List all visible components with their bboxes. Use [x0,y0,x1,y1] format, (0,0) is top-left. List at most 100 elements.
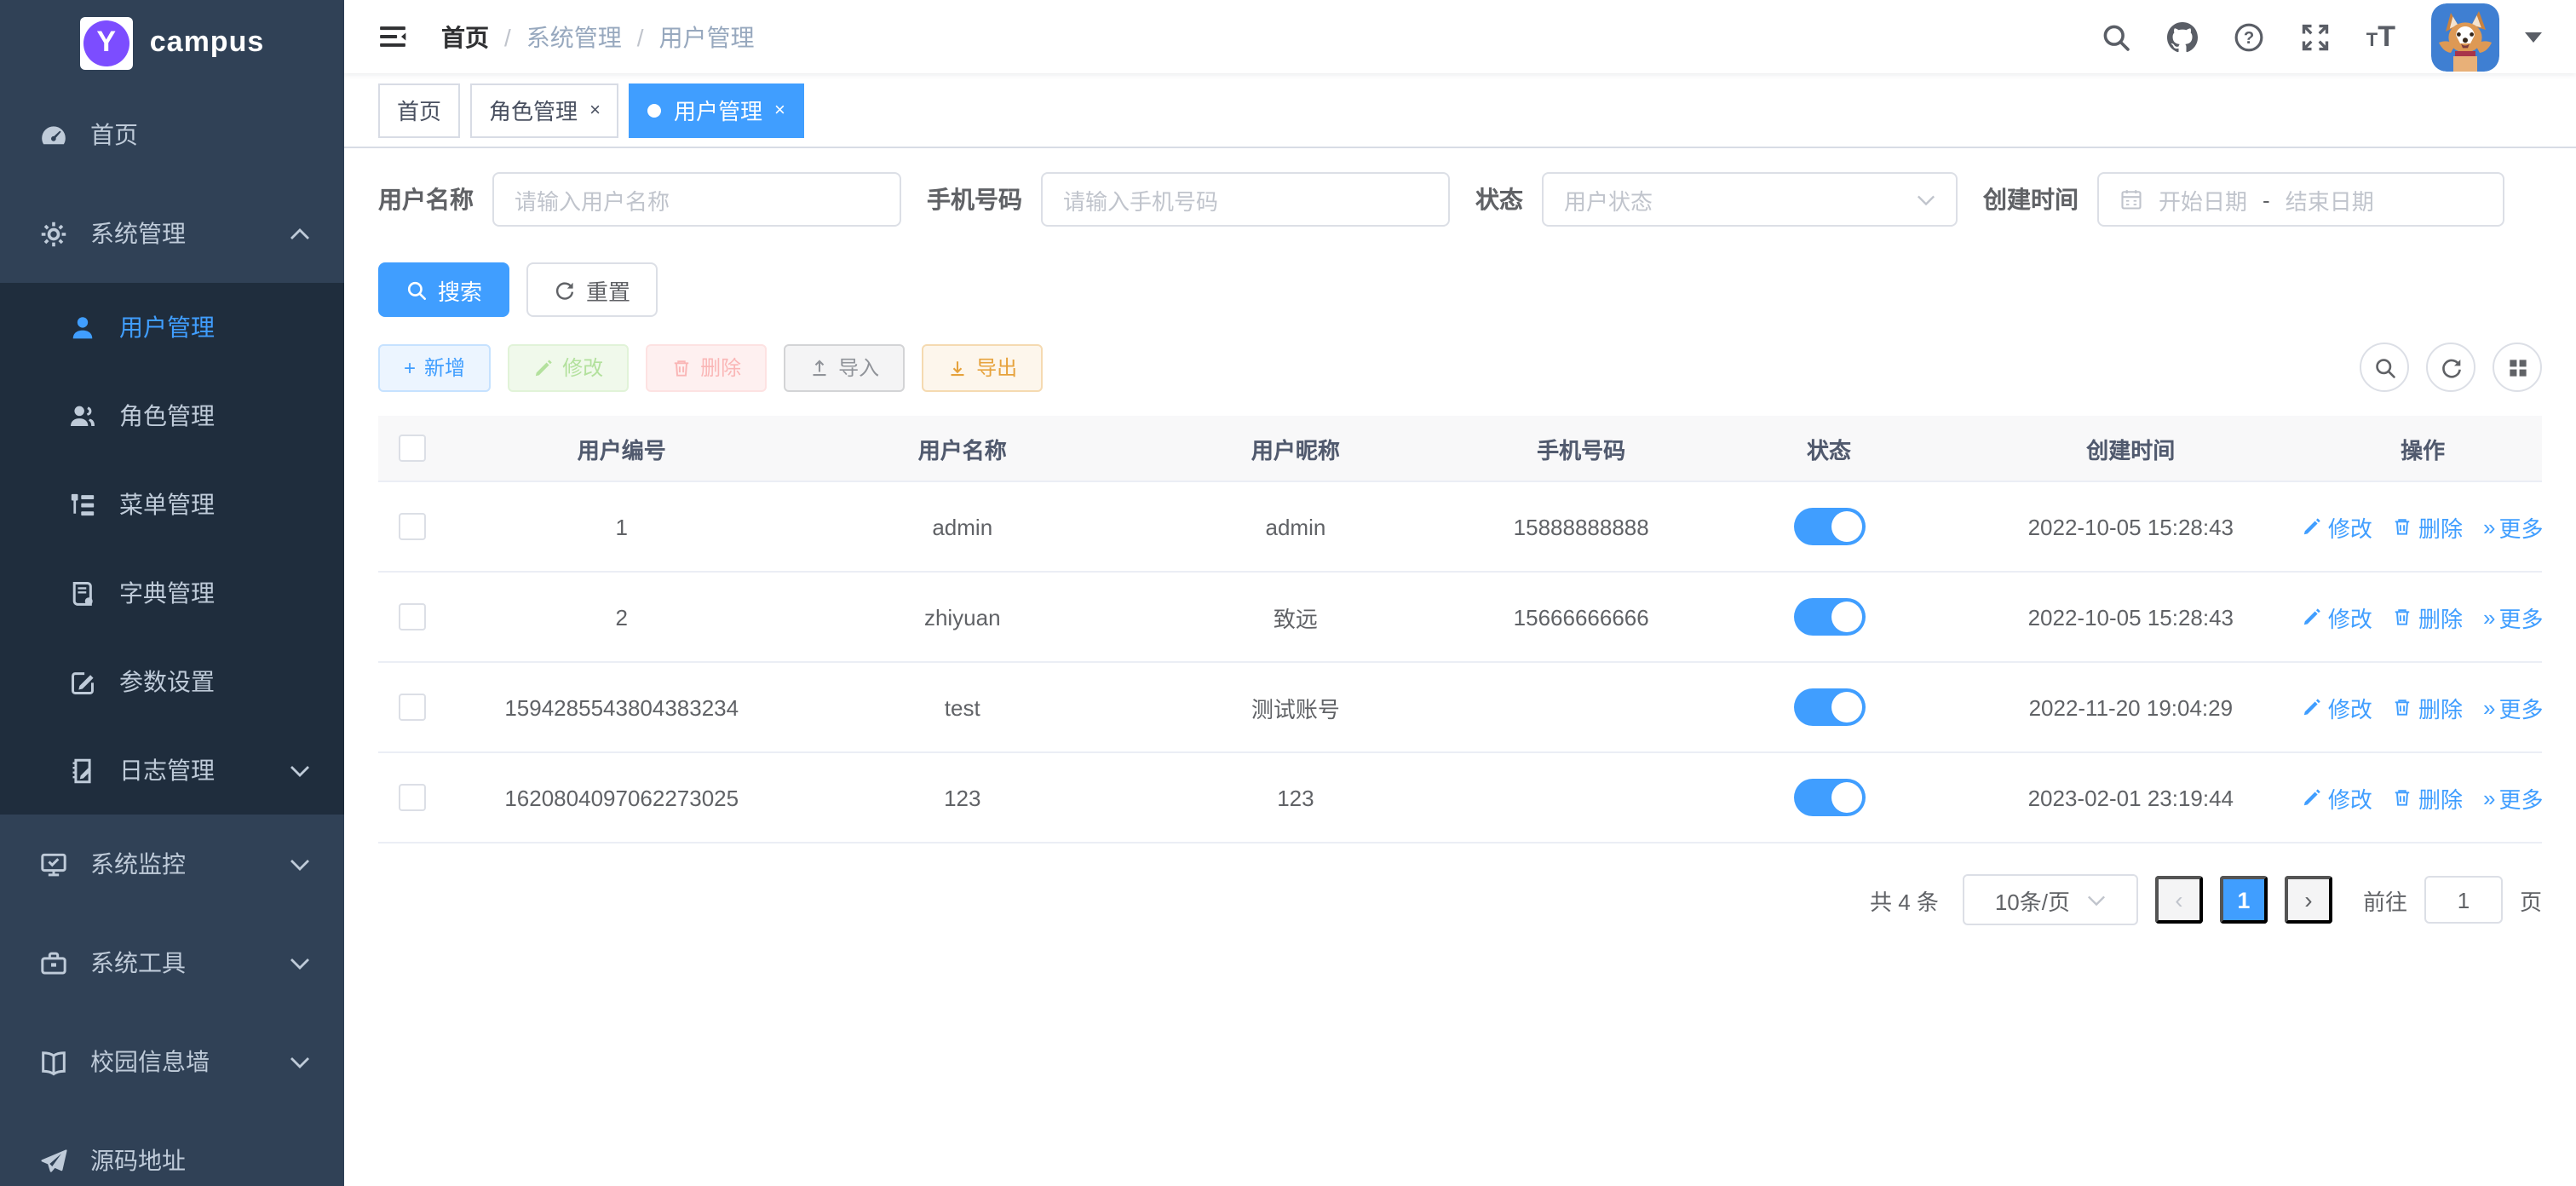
row-edit-link[interactable]: 修改 [2304,601,2372,633]
brand-logo-icon: Y [80,16,133,69]
row-edit-link[interactable]: 修改 [2304,781,2372,814]
sidebar-item-系统工具[interactable]: 系统工具 [0,913,344,1012]
username-input[interactable]: 请输入用户名称 [492,172,901,227]
tab-用户管理[interactable]: 用户管理× [630,83,804,137]
double-arrow-icon: » [2483,514,2493,539]
row-more-link[interactable]: »更多 [2483,691,2542,723]
status-select[interactable]: 用户状态 [1542,172,1958,227]
pagination: 共 4 条 10条/页 ‹ 1 › 前往 1 页 [378,874,2542,925]
tab-首页[interactable]: 首页 [378,83,460,137]
user-nick: 123 [1129,785,1462,810]
toggle-knob [1831,602,1861,632]
close-icon[interactable]: × [589,100,601,120]
sidebar-collapse-icon[interactable] [378,22,407,51]
sidebar-item-系统监控[interactable]: 系统监控 [0,815,344,913]
pencil-icon [2304,787,2323,808]
row-checkbox[interactable] [400,784,427,811]
chevron-down-icon [1917,193,1935,205]
row-checkbox[interactable] [400,603,427,630]
tab-角色管理[interactable]: 角色管理× [470,83,619,137]
row-delete-link[interactable]: 删除 [2393,510,2463,543]
status-toggle[interactable] [1793,598,1865,636]
question-icon[interactable]: ? [2234,21,2264,52]
row-more-link[interactable]: »更多 [2483,510,2542,543]
user-name: 123 [796,785,1129,810]
dashboard-icon [39,120,68,149]
user-id: 1 [447,514,796,539]
table-header-row: 用户编号用户名称用户昵称手机号码状态创建时间操作 [378,416,2542,482]
github-icon[interactable] [2167,21,2198,52]
select-all-checkbox[interactable] [400,435,427,462]
date-end-placeholder: 结束日期 [2286,183,2374,216]
goto-page-input[interactable]: 1 [2424,876,2503,924]
sidebar-item-用户管理[interactable]: 用户管理 [0,283,344,371]
search-icon[interactable] [2101,21,2131,52]
prev-page-button[interactable]: ‹ [2155,876,2203,924]
row-delete-link[interactable]: 删除 [2393,601,2463,633]
brand[interactable]: Y campus [0,0,344,85]
row-edit-link[interactable]: 修改 [2304,510,2372,543]
sidebar-item-label: 系统管理 [90,216,186,250]
user-nick: admin [1129,514,1462,539]
reset-button[interactable]: 重置 [526,262,658,317]
import-button[interactable]: 导入 [784,343,905,391]
fullscreen-icon[interactable] [2300,21,2331,52]
user-id: 1620804097062273025 [447,785,796,810]
edit-square-icon [68,667,97,696]
refresh-table-button[interactable] [2426,343,2475,392]
show-search-toggle-button[interactable] [2360,343,2409,392]
breadcrumb-item-首页[interactable]: 首页 [441,20,489,54]
sidebar-item-label: 参数设置 [119,665,215,699]
date-range-picker[interactable]: 开始日期 - 结束日期 [2097,172,2504,227]
trash-icon [2393,516,2413,537]
export-button[interactable]: 导出 [922,343,1043,391]
trash-icon [2393,607,2413,627]
close-icon[interactable]: × [774,100,785,120]
row-more-link[interactable]: »更多 [2483,601,2542,633]
navbar-actions: ? TT [2101,3,2542,71]
column-header-用户昵称: 用户昵称 [1129,432,1462,464]
status-toggle[interactable] [1793,508,1865,545]
sidebar-item-校园信息墙[interactable]: 校园信息墙 [0,1012,344,1111]
font-size-icon[interactable]: TT [2366,22,2395,51]
next-page-button[interactable]: › [2285,876,2332,924]
add-button[interactable]: +新增 [378,343,491,391]
phone-label: 手机号码 [927,182,1022,216]
chevron-down-icon [290,957,310,969]
sidebar-item-日志管理[interactable]: 日志管理 [0,726,344,815]
sidebar-item-角色管理[interactable]: 角色管理 [0,371,344,460]
trash-icon [671,357,692,377]
row-delete-link[interactable]: 删除 [2393,691,2463,723]
row-more-link[interactable]: »更多 [2483,781,2542,814]
sidebar-item-源码地址[interactable]: 源码地址 [0,1111,344,1186]
page-number-1[interactable]: 1 [2220,876,2268,924]
font-size-small: T [2366,32,2378,51]
row-checkbox[interactable] [400,513,427,540]
sidebar-item-参数设置[interactable]: 参数设置 [0,637,344,726]
phone-input[interactable]: 请输入手机号码 [1041,172,1450,227]
row-edit-link[interactable]: 修改 [2304,691,2372,723]
page-size-select[interactable]: 10条/页 [1963,874,2138,925]
chevron-up-icon [290,227,310,239]
status-toggle[interactable] [1793,779,1865,816]
user-avatar[interactable] [2431,3,2499,71]
row-checkbox[interactable] [400,694,427,721]
sidebar: Y campus 首页系统管理用户管理角色管理菜单管理字典管理参数设置日志管理系… [0,0,344,1186]
status-toggle[interactable] [1793,688,1865,726]
breadcrumb-item-系统管理[interactable]: 系统管理 [526,20,622,54]
edit-button[interactable]: 修改 [508,343,629,391]
search-button[interactable]: 搜索 [378,262,509,317]
delete-button[interactable]: 删除 [646,343,767,391]
sidebar-item-label: 系统工具 [90,946,186,980]
breadcrumb-separator: / [637,23,644,50]
column-settings-button[interactable] [2493,343,2542,392]
row-delete-link[interactable]: 删除 [2393,781,2463,814]
sidebar-item-系统管理[interactable]: 系统管理 [0,184,344,283]
sidebar-item-字典管理[interactable]: 字典管理 [0,549,344,637]
sidebar-item-菜单管理[interactable]: 菜单管理 [0,460,344,549]
caret-down-icon[interactable] [2525,32,2542,42]
sidebar-item-首页[interactable]: 首页 [0,85,344,184]
username-label: 用户名称 [378,182,474,216]
search-icon [2372,355,2396,379]
user-name: zhiyuan [796,604,1129,630]
